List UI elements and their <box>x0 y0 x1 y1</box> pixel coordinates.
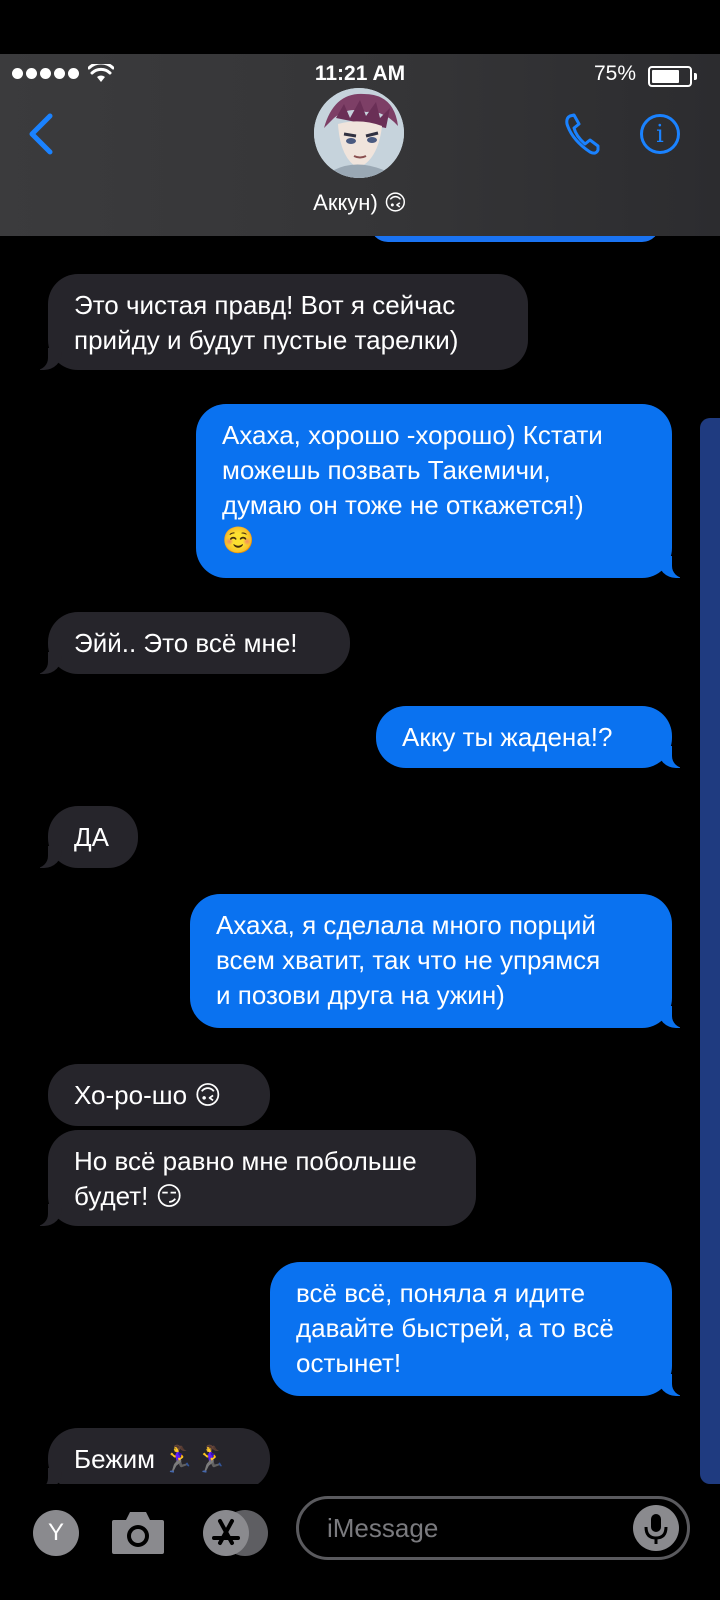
message-text-line: Это чистая правд! Вот я сейчас <box>74 290 456 320</box>
outgoing-message-bubble[interactable]: Ахаха, я сделала много порций всем хватит… <box>190 894 686 1028</box>
message-text-line: всё всё, поняла я идите <box>296 1278 586 1308</box>
app-store-icon[interactable] <box>203 1510 249 1556</box>
message-text-line: прийду и будут пустые тарелки) <box>74 325 459 355</box>
phone-call-icon[interactable] <box>564 112 600 156</box>
message-text-line: остынет! <box>296 1348 402 1378</box>
status-bar-background <box>0 0 720 54</box>
back-chevron-icon[interactable] <box>26 112 56 156</box>
message-composer: Y iMessage <box>0 1484 720 1600</box>
message-text-line: Акку ты жадена!? <box>402 722 613 752</box>
incoming-message-bubble[interactable]: Бежим 🏃‍♀️🏃‍♀️ <box>34 1428 270 1490</box>
incoming-message-bubble[interactable]: Это чистая правд! Вот я сейчас прийду и б… <box>34 274 528 370</box>
message-text-line: Ахаха, хорошо -хорошо) Кстати <box>222 420 603 450</box>
info-icon[interactable]: i <box>640 114 680 154</box>
conversation-header: 11:21 AM 75% Аккун) 🙃 i <box>0 54 720 236</box>
imessage-input[interactable]: iMessage <box>296 1496 690 1560</box>
message-text-line: Эйй.. Это всё мне! <box>74 628 298 658</box>
message-text-line: ☺️ <box>222 525 255 555</box>
contact-avatar[interactable] <box>314 88 404 178</box>
message-text-line: ДА <box>74 822 109 852</box>
outgoing-message-bubble[interactable]: всё всё, поняла я идите давайте быстрей, … <box>270 1262 686 1396</box>
message-text-line: Бежим 🏃‍♀️🏃‍♀️ <box>74 1444 227 1474</box>
message-text-line: Но всё равно мне побольше <box>74 1146 417 1176</box>
incoming-message-bubble[interactable]: Но всё равно мне побольше будет! 😏 <box>34 1130 476 1226</box>
app-drawer-button[interactable]: Y <box>33 1510 79 1556</box>
status-bar: 11:21 AM 75% <box>0 60 720 90</box>
message-text-line: и позови друга на ужин) <box>216 980 505 1010</box>
contact-name[interactable]: Аккун) 🙃 <box>0 190 720 216</box>
incoming-message-bubble[interactable]: ДА <box>34 806 138 868</box>
incoming-message-bubble[interactable]: Эйй.. Это всё мне! <box>34 612 350 674</box>
message-text-line: Ахаха, я сделала много порций <box>216 910 596 940</box>
incoming-message-bubble[interactable]: Хо-ро-шо 🙃 <box>48 1064 270 1126</box>
message-text-line: всем хватит, так что не упрямся <box>216 945 601 975</box>
outgoing-message-bubble[interactable]: Акку ты жадена!? <box>376 706 686 768</box>
imessage-placeholder: iMessage <box>327 1513 439 1543</box>
avatar-portrait-image <box>314 88 404 178</box>
message-text-line: можешь позвать Такемичи, <box>222 455 551 485</box>
battery-percentage: 75% <box>593 62 636 85</box>
message-text-line: думаю он тоже не откажется!) <box>222 490 584 520</box>
outgoing-message-bubble[interactable]: Ахаха, хорошо -хорошо) Кстати можешь позв… <box>196 404 686 578</box>
battery-icon <box>648 66 697 87</box>
microphone-icon[interactable] <box>633 1505 679 1551</box>
camera-icon[interactable] <box>110 1508 166 1556</box>
scroll-indicator[interactable] <box>700 418 720 1484</box>
message-text-line: будет! 😏 <box>74 1181 183 1211</box>
message-text-line: Хо-ро-шо 🙃 <box>74 1080 222 1110</box>
message-text-line: давайте быстрей, а то всё <box>296 1313 614 1343</box>
